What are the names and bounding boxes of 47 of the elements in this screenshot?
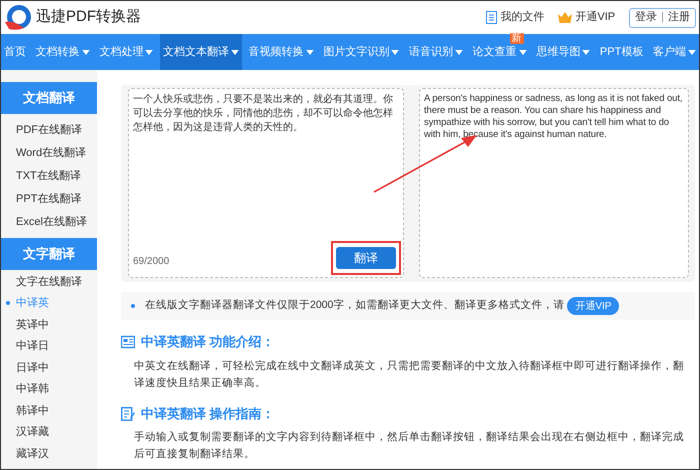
sidebar-item[interactable]: 中译韩 <box>16 381 49 398</box>
notice-text: 在线版文字翻译器翻译文件仅限于2000字，如需翻译更大文件、翻译更多格式文件，请 <box>145 298 564 314</box>
header-link[interactable]: 我的文件 <box>486 9 544 26</box>
sidebar-heading: 文字翻译 <box>1 238 97 270</box>
section-heading: 中译英翻译 操作指南： <box>141 404 275 422</box>
result-text: A person's happiness or sadness, as long as it is not faked out, there must be a reason. You can share his happiness and sympathize with his sorrow, but you can't tell him what to do with him, because it's against human nature. <box>424 93 684 141</box>
caret-icon <box>82 50 90 54</box>
sidebar-item[interactable]: 中译日 <box>16 338 49 354</box>
caret-icon <box>145 50 154 54</box>
caret-icon <box>306 50 314 54</box>
source-text: 一个人快乐或悲伤，只要不是装出来的，就必有其道理。你可以去分享他的快乐，同情他的悲伤，却不可以命令他怎样怎样他，因为这是违背人类的天性的。 <box>133 93 394 135</box>
caret-icon <box>230 50 239 54</box>
separator: | <box>661 10 664 26</box>
section-body: 中英文在线翻译，可轻松完成在线中文翻译成英文，只需把需要翻译的中文放入待翻译框中即可进行翻译操作，翻译速度快且结果正确率高。 <box>133 358 685 390</box>
site-title: 迅捷PDF转换器 <box>36 7 141 28</box>
sidebar-item[interactable]: Excel在线翻译 <box>16 214 87 231</box>
sidebar-item[interactable]: 藏译汉 <box>16 446 49 462</box>
register-link[interactable]: 注册 <box>668 9 690 26</box>
sidebar-item[interactable]: TXT在线翻译 <box>16 168 81 185</box>
source-text-box[interactable]: 一个人快乐或悲伤，只要不是装出来的，就必有其道理。你可以去分享他的快乐，同情他的悲伤，却不可以命令他怎样怎样他，因为这是违背人类的天性的。 69/2000 翻译 <box>128 88 404 278</box>
section-body: 手动输入或复制需要翻译的文字内容到待翻译框中，然后单击翻译按钮，翻译结果会出现在右侧边框中，翻译完成后可直接复制翻译结果。 <box>133 430 685 462</box>
sidebar-item[interactable]: 韩译中 <box>16 402 49 419</box>
document-icon <box>486 11 498 24</box>
caret-icon <box>582 50 590 54</box>
sidebar-item[interactable]: PPT在线翻译 <box>16 191 82 208</box>
char-counter: 69/2000 <box>133 255 170 269</box>
clipboard-pen-icon <box>121 406 135 421</box>
sidebar-heading: 文档翻译 <box>1 82 97 114</box>
caret-icon <box>391 50 400 54</box>
newspaper-icon <box>121 334 135 349</box>
translate-button[interactable]: 翻译 <box>336 247 396 269</box>
caret-icon <box>688 50 696 54</box>
nav-item[interactable]: 文档文本翻译 <box>160 34 242 70</box>
crown-icon <box>558 12 572 23</box>
section-heading: 中译英翻译 功能介绍： <box>141 333 275 351</box>
new-badge: 新 <box>510 33 524 44</box>
logo-icon <box>4 4 32 32</box>
caret-icon <box>454 50 463 54</box>
sidebar-item[interactable]: 日译中 <box>16 360 49 376</box>
caret-icon <box>518 50 527 54</box>
sidebar-item[interactable]: 英译中 <box>16 316 49 333</box>
login-link[interactable]: 登录 <box>635 9 658 26</box>
sidebar-item[interactable]: Word在线翻译 <box>16 145 86 162</box>
header-link[interactable]: 开通VIP <box>558 9 616 26</box>
sidebar-item[interactable]: 文字在线翻译 <box>16 274 82 290</box>
sidebar-item[interactable]: 汉译藏 <box>16 424 49 440</box>
sidebar-item[interactable]: PDF在线翻译 <box>16 122 82 139</box>
